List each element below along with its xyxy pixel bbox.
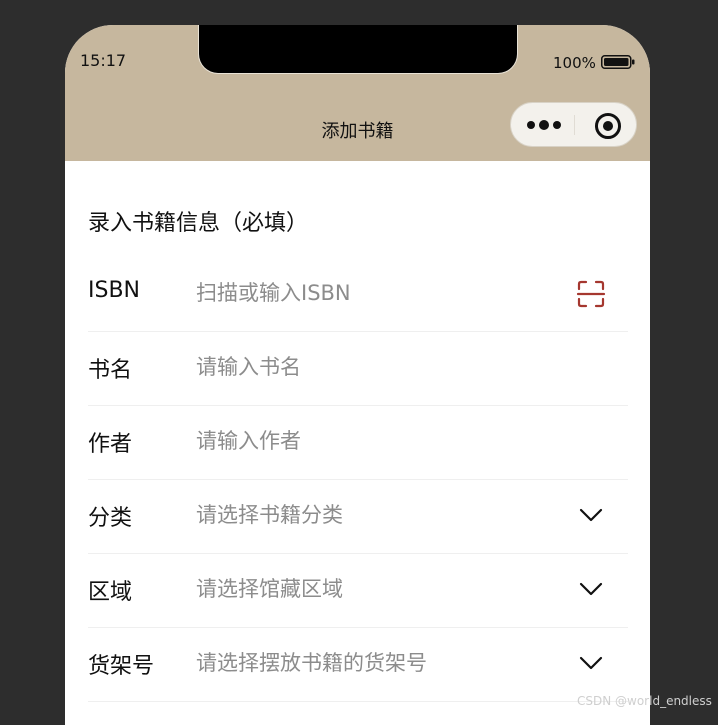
- isbn-input[interactable]: [196, 276, 556, 310]
- target-circle-icon[interactable]: [594, 112, 622, 140]
- form-row-category[interactable]: 分类: [88, 480, 628, 554]
- field-label-shelf: 货架号: [88, 654, 155, 679]
- header-bar: 15:17 100% 添加书籍: [65, 25, 650, 161]
- battery-icon: [601, 55, 635, 69]
- capsule-divider: [574, 115, 575, 135]
- field-label-title: 书名: [88, 358, 133, 383]
- chevron-down-icon[interactable]: [578, 579, 604, 599]
- chevron-down-icon[interactable]: [578, 653, 604, 673]
- more-dots-icon[interactable]: [524, 116, 564, 134]
- form-row-isbn: ISBN: [88, 258, 628, 332]
- area-select[interactable]: [196, 572, 556, 606]
- form-row-area[interactable]: 区域: [88, 554, 628, 628]
- status-time: 15:17: [80, 51, 127, 70]
- battery-percent: 100%: [553, 54, 596, 72]
- chevron-down-icon[interactable]: [578, 505, 604, 525]
- field-label-author: 作者: [88, 432, 133, 457]
- author-input[interactable]: [196, 424, 556, 458]
- form-row-author: 作者: [88, 406, 628, 480]
- form-row-shelf[interactable]: 货架号: [88, 628, 628, 702]
- field-label-category: 分类: [88, 506, 133, 531]
- phone-frame: 15:17 100% 添加书籍 录入书籍信息（必填） ISBN 扫描或输入ISB…: [65, 25, 650, 725]
- section-title: 录入书籍信息（必填）: [88, 211, 309, 236]
- field-label-isbn: ISBN: [88, 278, 141, 303]
- mini-program-capsule: [510, 102, 637, 147]
- scan-icon[interactable]: [576, 279, 606, 309]
- field-label-area: 区域: [88, 580, 133, 605]
- form-row-title: 书名: [88, 332, 628, 406]
- book-title-input[interactable]: [196, 350, 556, 384]
- csdn-watermark: CSDN @world_endless: [577, 694, 712, 708]
- shelf-select[interactable]: [196, 646, 556, 680]
- category-select[interactable]: [196, 498, 556, 532]
- camera-notch: [198, 25, 518, 74]
